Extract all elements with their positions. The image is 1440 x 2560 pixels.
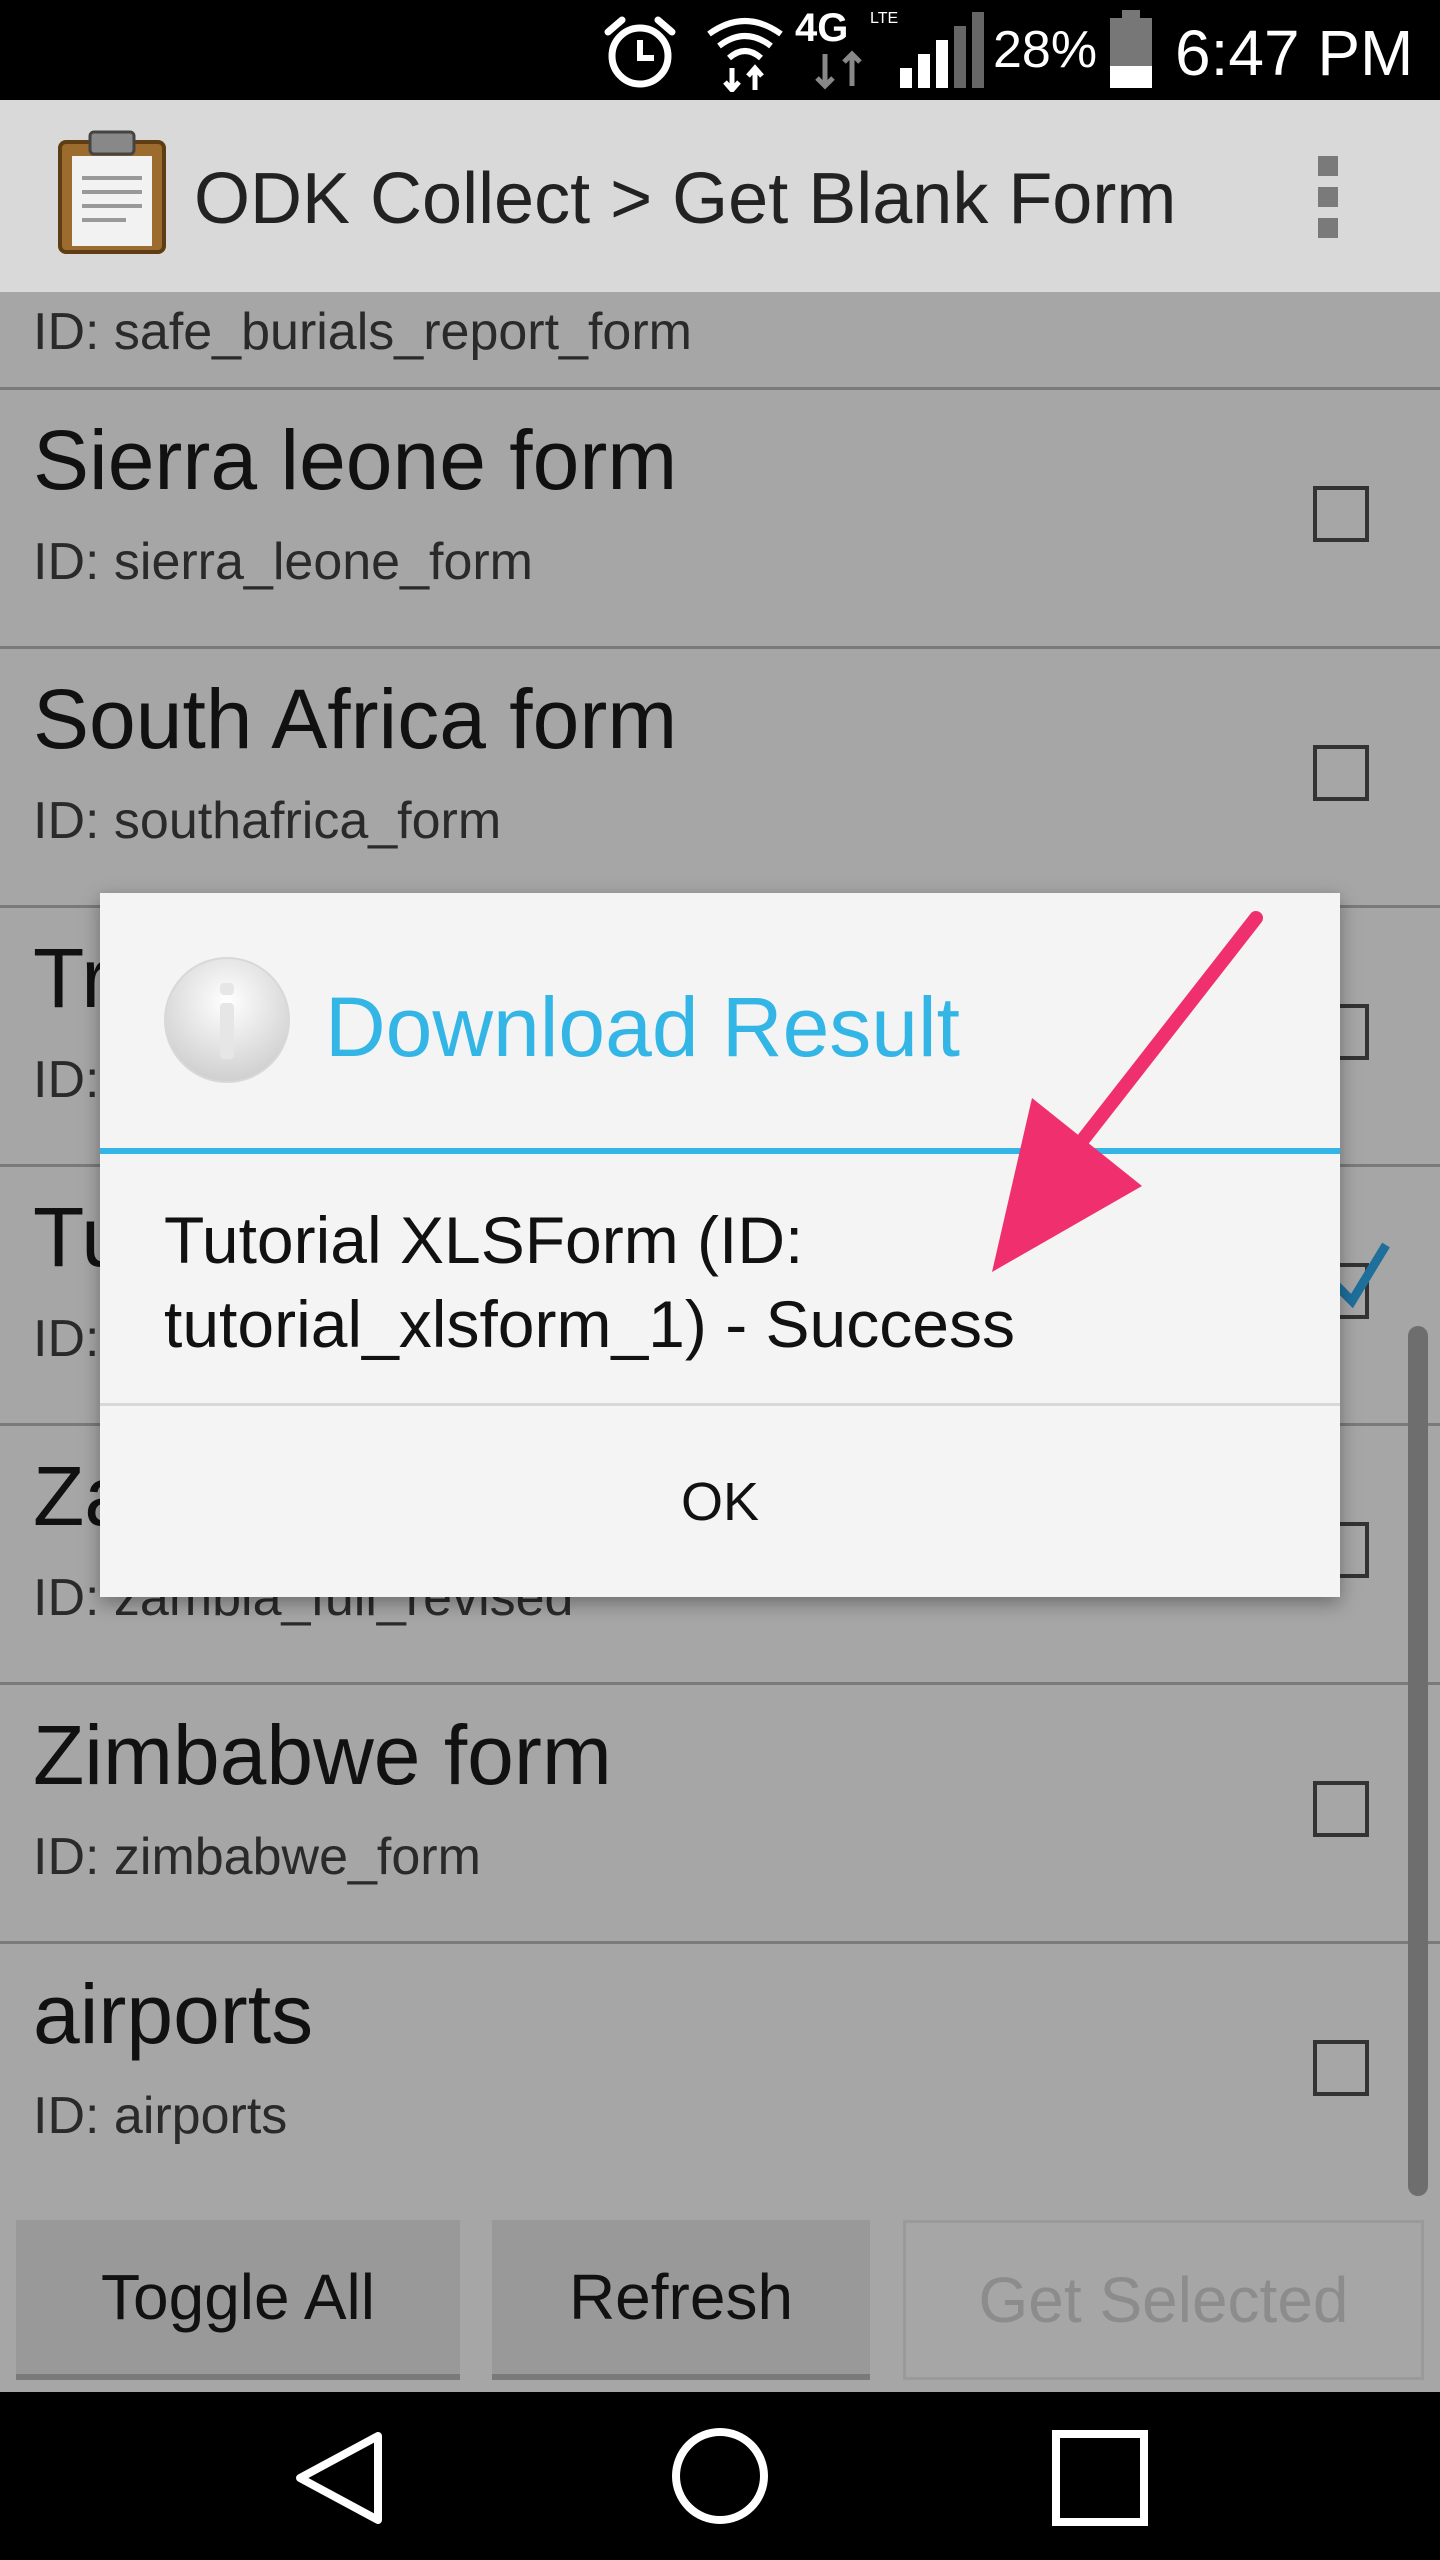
form-checkbox[interactable]	[1313, 486, 1369, 542]
form-id: ID: sierra_leone_form	[33, 533, 533, 591]
form-title: Sierra leone form	[33, 413, 678, 507]
form-id: ID:	[33, 1051, 100, 1109]
form-title: Tr	[33, 931, 110, 1025]
list-item[interactable]: Zimbabwe form ID: zimbabwe_form	[0, 1685, 1440, 1944]
clipboard-icon	[58, 130, 166, 254]
wifi-icon	[707, 18, 783, 92]
form-checkbox[interactable]	[1313, 745, 1369, 801]
list-item[interactable]: Sierra leone form ID: sierra_leone_form	[0, 390, 1440, 649]
form-title: airports	[33, 1967, 314, 2061]
info-icon	[164, 957, 290, 1083]
toggle-all-button[interactable]: Toggle All	[16, 2220, 460, 2380]
form-id: ID:	[33, 1310, 100, 1368]
list-item[interactable]: airports ID: airports	[0, 1944, 1440, 2200]
recents-icon[interactable]	[1052, 2430, 1148, 2526]
form-title: South Africa form	[33, 672, 678, 766]
network-type-label: 4G	[795, 6, 849, 50]
form-id: ID: airports	[33, 2087, 288, 2145]
dialog-title: Download Result	[325, 980, 961, 1074]
back-icon[interactable]	[290, 2428, 390, 2528]
form-id: ID: zimbabwe_form	[33, 1828, 481, 1886]
annotation-arrow-icon	[992, 911, 1263, 1272]
list-item[interactable]: ID: safe_burials_report_form	[0, 292, 1440, 390]
form-title: Zimbabwe form	[33, 1708, 612, 1802]
battery-percent: 28%	[993, 21, 1098, 79]
button-bar: Toggle All Refresh Get Selected	[0, 2212, 1440, 2392]
form-id: ID: safe_burials_report_form	[33, 303, 692, 361]
form-checkbox[interactable]	[1313, 2040, 1369, 2096]
status-bar: 4G LTE 28% 6:47 PM	[0, 0, 1440, 100]
navigation-bar	[0, 2392, 1440, 2560]
scrollbar[interactable]	[1408, 1326, 1428, 2196]
clock: 6:47 PM	[1175, 17, 1414, 89]
form-id: ID: southafrica_form	[33, 792, 502, 850]
refresh-button[interactable]: Refresh	[492, 2220, 870, 2380]
ok-button[interactable]: OK	[100, 1406, 1340, 1597]
more-vert-icon[interactable]	[1310, 152, 1346, 242]
form-checkbox[interactable]	[1313, 1781, 1369, 1837]
home-icon[interactable]	[670, 2426, 770, 2526]
signal-icon	[900, 12, 984, 88]
alarm-icon	[604, 16, 676, 88]
list-item[interactable]: South Africa form ID: southafrica_form	[0, 649, 1440, 908]
battery-icon	[1110, 10, 1152, 88]
lte-icon	[815, 50, 862, 90]
action-bar: ODK Collect > Get Blank Form	[0, 100, 1440, 292]
network-sub-label: LTE	[870, 10, 899, 27]
get-selected-button[interactable]: Get Selected	[903, 2220, 1424, 2380]
page-title: ODK Collect > Get Blank Form	[194, 159, 1177, 239]
